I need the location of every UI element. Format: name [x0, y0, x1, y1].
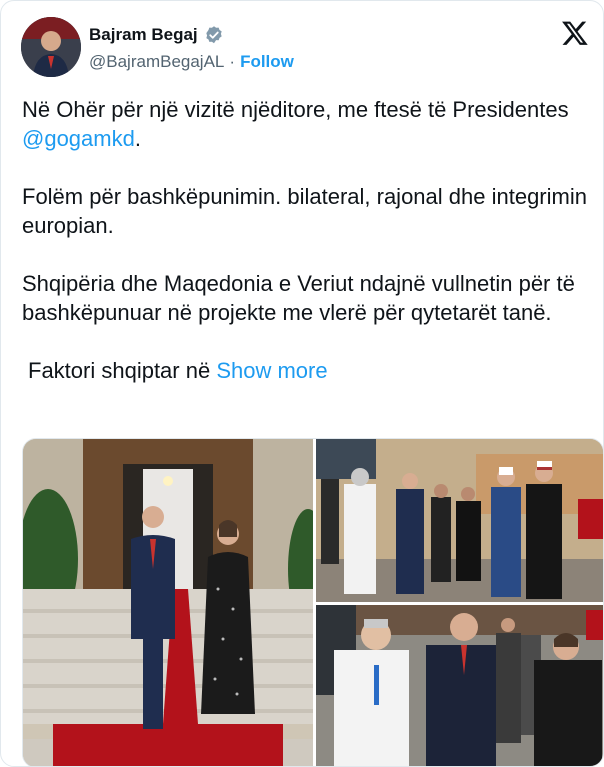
tweet-paragraph-3: Shqipëria dhe Maqedonia e Veriut ndajnë … [22, 271, 575, 325]
truncated-text: Faktori shqiptar në [28, 358, 217, 383]
tweet-header: Bajram Begaj @BajramBegajAL · Follow [21, 17, 591, 81]
separator-dot: · [229, 52, 236, 71]
follow-button[interactable]: Follow [240, 52, 294, 72]
x-logo-icon[interactable] [561, 19, 589, 47]
author-handle[interactable]: @BajramBegajAL [89, 52, 224, 72]
photo-group-street[interactable] [316, 439, 603, 602]
mention-link[interactable]: @gogamkd [22, 126, 135, 151]
tweet-paragraph-1: Në Ohër për një vizitë njëditore, me fte… [22, 95, 587, 153]
tweet-paragraph-1-text: Në Ohër për një vizitë njëditore, me fte… [22, 97, 569, 122]
photo-entrance-stairs[interactable] [23, 439, 313, 766]
tweet-text: Në Ohër për një vizitë njëditore, me fte… [22, 95, 587, 385]
author-name[interactable]: Bajram Begaj [89, 25, 198, 45]
verified-badge-icon [206, 26, 222, 44]
tweet-truncated-line: Faktori shqiptar në Show more [22, 356, 587, 385]
tweet-paragraph-2: Folëm për bashkëpunimin. bilateral, rajo… [22, 184, 587, 238]
tweet-card: Bajram Begaj @BajramBegajAL · Follow Në … [0, 0, 604, 767]
tweet-paragraph-1-end: . [134, 126, 141, 151]
photo-walking-crowd[interactable] [316, 605, 603, 766]
show-more-link[interactable]: Show more [216, 358, 327, 383]
avatar[interactable] [21, 17, 81, 77]
media-grid [22, 438, 603, 766]
